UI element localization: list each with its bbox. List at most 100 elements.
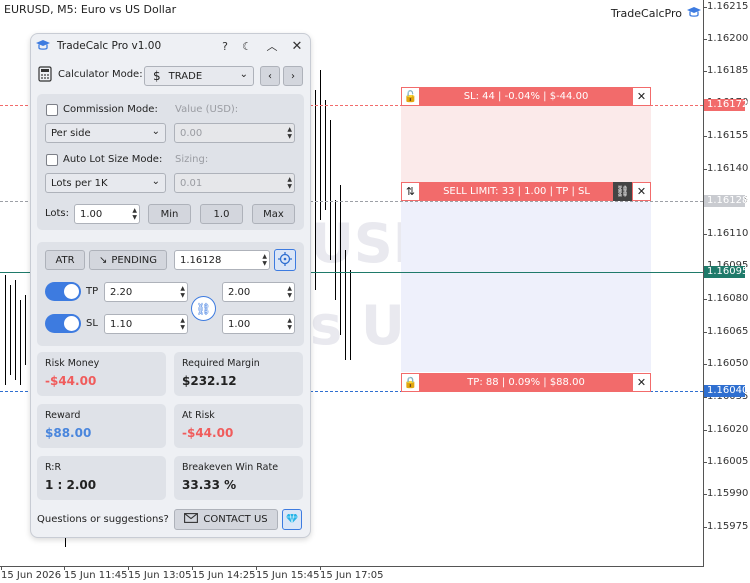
lots-field[interactable]: 1.00 ▲ ▼ <box>74 204 140 224</box>
auto-lot-select[interactable]: Lots per 1K ⌄ <box>45 173 166 193</box>
chevron-down-icon: ⌄ <box>151 126 160 137</box>
min-lots-button[interactable]: Min <box>148 204 191 224</box>
calculator-mode-select[interactable]: $ TRADE ⌄ <box>144 66 254 86</box>
reward-label: Reward <box>45 410 81 421</box>
price-tick-label: 1.16110 <box>707 228 749 239</box>
link-icon[interactable]: ⛓ <box>613 182 632 201</box>
one-lot-button[interactable]: 1.0 <box>200 204 243 224</box>
calculator-mode-value: TRADE <box>168 70 203 82</box>
lock-icon[interactable]: 🔒 <box>401 373 420 392</box>
commission-mode-value: Per side <box>51 127 91 139</box>
sl-field[interactable]: 1.10 ▲ ▼ <box>104 314 188 334</box>
commission-value-field[interactable]: 0.00 ▲ ▼ <box>174 123 295 143</box>
price-tick-label: 1.16080 <box>707 293 749 304</box>
candle <box>330 120 331 260</box>
price-tick-label: 1.16005 <box>707 456 749 467</box>
max-lots-button[interactable]: Max <box>252 204 295 224</box>
footer-question: Questions or suggestions? <box>37 514 169 525</box>
tp-rr-field[interactable]: 2.00 ▲ ▼ <box>222 282 295 302</box>
winrate-value: 33.33 % <box>182 478 237 492</box>
reward-card: Reward $88.00 <box>37 404 166 448</box>
spinner-icon[interactable]: ▲ ▼ <box>132 207 137 221</box>
tp-value: 2.20 <box>110 286 133 298</box>
time-tick-mark <box>128 566 129 570</box>
spinner-icon[interactable]: ▲ ▼ <box>287 285 292 299</box>
chart-symbol-title: EURUSD, M5: Euro vs US Dollar <box>4 3 177 16</box>
winrate-label: Breakeven Win Rate <box>182 462 279 473</box>
calculator-mode-label: Calculator Mode: <box>58 69 143 80</box>
auto-lot-value: Lots per 1K <box>51 177 108 189</box>
commission-mode-label: Commission Mode: <box>63 104 158 115</box>
required-margin-card: Required Margin $232.12 <box>174 352 303 396</box>
chevron-down-icon: ⌄ <box>151 176 160 187</box>
prev-mode-button[interactable]: ‹ <box>260 66 280 86</box>
swap-arrows-icon[interactable]: ⇅ <box>401 182 420 201</box>
chevron-right-icon: › <box>291 70 295 82</box>
entry-price-value: 1.16128 <box>180 254 222 266</box>
next-mode-button[interactable]: › <box>283 66 303 86</box>
spinner-icon[interactable]: ▲ ▼ <box>262 253 267 267</box>
atr-button[interactable]: ATR <box>45 250 85 270</box>
commission-checkbox[interactable] <box>46 104 58 116</box>
risk-money-value: -$44.00 <box>45 374 97 388</box>
sl-zone <box>401 106 651 184</box>
sizing-label: Sizing: <box>175 154 209 165</box>
chain-link-icon: ⛓ <box>195 301 212 316</box>
candle <box>15 280 16 380</box>
sl-toggle[interactable] <box>45 314 81 333</box>
spinner-icon[interactable]: ▲ ▼ <box>180 285 185 299</box>
help-icon[interactable]: ? <box>217 38 233 54</box>
price-tick-mark <box>703 397 707 398</box>
entry-bar[interactable]: ⇅ SELL LIMIT: 33 | 1.00 | TP | SL ⛓ ✕ <box>401 182 651 201</box>
unlock-icon[interactable]: 🔓 <box>401 87 420 106</box>
sizing-field[interactable]: 0.01 ▲ ▼ <box>174 173 295 193</box>
commission-mode-select[interactable]: Per side ⌄ <box>45 123 166 143</box>
close-icon[interactable]: ✕ <box>289 38 305 54</box>
crosshair-button[interactable] <box>274 249 296 271</box>
tp-field[interactable]: 2.20 ▲ ▼ <box>104 282 188 302</box>
time-tick-label: 15 Jun 15:45 <box>256 570 320 581</box>
sl-bar[interactable]: 🔓 SL: 44 | -0.04% | $-44.00 ✕ <box>401 87 651 106</box>
sl-rr-field[interactable]: 1.00 ▲ ▼ <box>222 314 295 334</box>
price-tick-mark <box>703 430 707 431</box>
chevron-left-icon: ‹ <box>268 70 272 82</box>
tp-rr-value: 2.00 <box>228 286 251 298</box>
close-icon[interactable]: ✕ <box>632 182 651 201</box>
calculator-icon <box>38 66 52 85</box>
close-icon[interactable]: ✕ <box>632 373 651 392</box>
spinner-icon[interactable]: ▲ ▼ <box>180 317 185 331</box>
spinner-icon[interactable]: ▲ ▼ <box>287 176 292 190</box>
time-tick-mark <box>192 566 193 570</box>
at-risk-card: At Risk -$44.00 <box>174 404 303 448</box>
panel-titlebar[interactable]: TradeCalc Pro v1.00 ? ☾ ︿ ✕ <box>31 34 310 58</box>
tradecalc-panel[interactable]: TradeCalc Pro v1.00 ? ☾ ︿ ✕ Calculator M… <box>30 33 311 538</box>
tp-bar[interactable]: 🔒 TP: 88 | 0.09% | $88.00 ✕ <box>401 373 651 392</box>
entry-price-field[interactable]: 1.16128 ▲ ▼ <box>174 250 270 270</box>
candle <box>345 250 346 360</box>
auto-lot-checkbox[interactable] <box>46 154 58 166</box>
close-icon[interactable]: ✕ <box>632 87 651 106</box>
tp-toggle[interactable] <box>45 282 81 301</box>
time-axis <box>0 566 704 567</box>
time-tick-label: 15 Jun 13:05 <box>128 570 192 581</box>
time-tick-label: 15 Jun 2026 <box>1 570 62 581</box>
commission-value-label: Value (USD): <box>175 104 239 115</box>
moon-icon[interactable]: ☾ <box>239 38 255 54</box>
pending-button[interactable]: ↘ PENDING <box>89 250 167 270</box>
tp-bar-label: TP: 88 | 0.09% | $88.00 <box>467 377 585 388</box>
spinner-icon[interactable]: ▲ ▼ <box>287 317 292 331</box>
chevron-up-icon[interactable]: ︿ <box>264 38 280 54</box>
link-rr-button[interactable]: ⛓ <box>191 296 216 321</box>
pending-button-label: PENDING <box>111 254 158 266</box>
premium-button[interactable] <box>282 509 302 530</box>
candle <box>320 70 321 220</box>
mortarboard-icon <box>35 39 51 54</box>
contact-us-label: CONTACT US <box>203 514 268 525</box>
spinner-icon[interactable]: ▲ ▼ <box>287 126 292 140</box>
price-tick-mark <box>703 136 707 137</box>
contact-us-button[interactable]: CONTACT US <box>174 509 278 530</box>
diamond-icon <box>286 513 298 527</box>
price-tick-label: 1.16215 <box>707 1 749 12</box>
tp-label: TP <box>86 286 99 297</box>
lots-value: 1.00 <box>80 208 103 220</box>
